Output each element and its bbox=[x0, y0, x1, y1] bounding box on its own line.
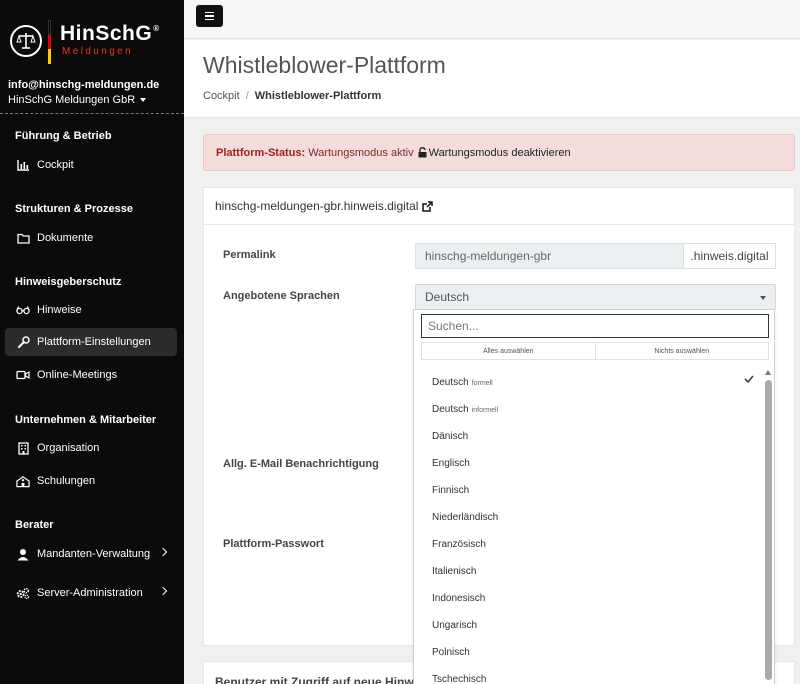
sidebar-item-online-meetings[interactable]: Online-Meetings bbox=[5, 361, 177, 389]
flag-bar bbox=[48, 20, 51, 64]
cogs-icon bbox=[16, 586, 30, 600]
brand-subtitle: Meldungen bbox=[62, 46, 134, 57]
sidebar-divider bbox=[0, 113, 184, 114]
dropdown-scrollbar-thumb[interactable] bbox=[765, 380, 772, 680]
account-org-label: HinSchG Meldungen GbR bbox=[8, 94, 136, 106]
nav-section-hinweisgeberschutz: Hinweisgeberschutz bbox=[15, 276, 122, 288]
account-org[interactable]: HinSchG Meldungen GbR bbox=[8, 94, 180, 106]
nav-section-berater: Berater bbox=[15, 519, 54, 531]
sidebar-item-label: Schulungen bbox=[37, 475, 96, 487]
breadcrumb-cockpit[interactable]: Cockpit bbox=[203, 90, 240, 102]
sidebar-item-label: Organisation bbox=[37, 442, 100, 454]
page-title: Whistleblower-Plattform bbox=[203, 52, 446, 78]
sidebar-item-label: Cockpit bbox=[37, 159, 74, 171]
language-option-niederlaendisch[interactable]: Niederländisch bbox=[432, 512, 498, 523]
language-option-finnisch[interactable]: Finnisch bbox=[432, 485, 469, 496]
option-label: Deutsch bbox=[432, 377, 469, 388]
option-note: informell bbox=[471, 407, 499, 414]
language-option-deutsch-formell[interactable]: Deutsch formell bbox=[432, 377, 493, 388]
option-note: formell bbox=[471, 380, 493, 387]
select-all-button[interactable]: Alles auswählen bbox=[422, 343, 595, 359]
video-icon bbox=[16, 368, 30, 382]
platform-status-alert: Plattform-Status: Wartungsmodus aktiv Wa… bbox=[203, 134, 795, 171]
sidebar-item-label: Plattform-Einstellungen bbox=[37, 336, 151, 348]
languages-select-value: Deutsch bbox=[425, 290, 470, 304]
topbar bbox=[184, 0, 800, 39]
external-link-icon[interactable] bbox=[422, 200, 434, 212]
language-option-daenisch[interactable]: Dänisch bbox=[432, 431, 468, 442]
language-option-italienisch[interactable]: Italienisch bbox=[432, 566, 476, 577]
language-search-input[interactable] bbox=[421, 314, 769, 338]
menu-toggle-button[interactable] bbox=[196, 5, 223, 27]
brand-logo[interactable]: HinSchG® Meldungen bbox=[10, 18, 180, 66]
user-icon bbox=[16, 547, 30, 561]
alert-status: Wartungsmodus aktiv bbox=[308, 146, 414, 159]
account-switcher[interactable]: info@hinschg-meldungen.de HinSchG Meldun… bbox=[8, 79, 180, 106]
sidebar-item-server-administration[interactable]: Server-Administration bbox=[5, 579, 177, 607]
brand-name: HinSchG® bbox=[60, 22, 160, 45]
check-icon bbox=[744, 375, 754, 383]
breadcrumb-current: Whistleblower-Plattform bbox=[254, 90, 382, 102]
permalink-suffix: .hinweis.digital bbox=[684, 243, 776, 269]
sidebar-item-hinweise[interactable]: Hinweise bbox=[5, 296, 177, 324]
page-header: Whistleblower-Plattform Cockpit / Whistl… bbox=[184, 40, 800, 118]
languages-dropdown-menu: Alles auswählen Nichts auswählen Deutsch… bbox=[413, 309, 775, 684]
language-option-englisch[interactable]: Englisch bbox=[432, 458, 470, 469]
breadcrumb: Cockpit / Whistleblower-Plattform bbox=[203, 90, 381, 102]
sidebar-item-dokumente[interactable]: Dokumente bbox=[5, 224, 177, 252]
wrench-icon bbox=[16, 335, 30, 349]
nav-section-fuehrung: Führung & Betrieb bbox=[15, 130, 112, 142]
alert-label: Plattform-Status: bbox=[216, 146, 306, 159]
sidebar-item-label: Dokumente bbox=[37, 232, 94, 244]
deactivate-maintenance-label: Wartungsmodus deaktivieren bbox=[428, 146, 571, 159]
scales-of-justice-icon bbox=[10, 25, 42, 57]
permalink-input[interactable]: hinschg-meldungen-gbr bbox=[415, 243, 684, 269]
chevron-right-icon bbox=[158, 586, 168, 596]
language-option-tschechisch[interactable]: Tschechisch bbox=[432, 674, 486, 684]
permalink-label: Permalink bbox=[223, 249, 276, 261]
language-option-indonesisch[interactable]: Indonesisch bbox=[432, 593, 485, 604]
languages-label: Angebotene Sprachen bbox=[223, 290, 340, 302]
platform-domain-link[interactable]: hinschg-meldungen-gbr.hinweis.digital bbox=[215, 199, 418, 213]
card-header: hinschg-meldungen-gbr.hinweis.digital bbox=[204, 188, 794, 225]
sidebar-item-label: Online-Meetings bbox=[37, 369, 118, 381]
sidebar-item-plattform-einstellungen[interactable]: Plattform-Einstellungen bbox=[5, 328, 177, 356]
breadcrumb-separator: / bbox=[245, 90, 249, 102]
caret-down-icon bbox=[760, 296, 766, 300]
school-icon bbox=[16, 474, 30, 488]
sidebar: HinSchG® Meldungen info@hinschg-meldunge… bbox=[0, 0, 184, 684]
sidebar-item-label: Mandanten-Verwaltung bbox=[37, 548, 151, 560]
caret-down-icon bbox=[140, 98, 147, 102]
permalink-group: hinschg-meldungen-gbr .hinweis.digital bbox=[415, 243, 776, 269]
folder-icon bbox=[16, 231, 30, 245]
language-option-polnisch[interactable]: Polnisch bbox=[432, 647, 470, 658]
dropdown-actions: Alles auswählen Nichts auswählen bbox=[421, 342, 769, 360]
account-email: info@hinschg-meldungen.de bbox=[8, 79, 160, 91]
languages-select[interactable]: Deutsch bbox=[415, 284, 776, 310]
users-access-title: Benutzer mit Zugriff auf neue Hinweise bbox=[215, 675, 414, 684]
nav-section-strukturen: Strukturen & Prozesse bbox=[15, 203, 133, 215]
sidebar-item-mandanten-verwaltung[interactable]: Mandanten-Verwaltung bbox=[5, 540, 177, 568]
nav-section-unternehmen: Unternehmen & Mitarbeiter bbox=[15, 414, 157, 426]
language-option-ungarisch[interactable]: Ungarisch bbox=[432, 620, 477, 631]
sidebar-item-cockpit[interactable]: Cockpit bbox=[5, 151, 177, 179]
glasses-icon bbox=[16, 303, 30, 317]
sidebar-item-organisation[interactable]: Organisation bbox=[5, 434, 177, 462]
option-label: Deutsch bbox=[432, 404, 469, 415]
select-none-button[interactable]: Nichts auswählen bbox=[594, 343, 769, 359]
building-icon bbox=[16, 441, 30, 455]
sidebar-item-label: Hinweise bbox=[37, 304, 82, 316]
email-notification-label: Allg. E-Mail Benachrichtigung bbox=[223, 458, 379, 470]
sidebar-item-schulungen[interactable]: Schulungen bbox=[5, 467, 177, 495]
sidebar-item-label: Server-Administration bbox=[37, 587, 143, 599]
unlock-icon bbox=[418, 147, 427, 158]
language-option-deutsch-informell[interactable]: Deutsch informell bbox=[432, 404, 498, 415]
chevron-right-icon bbox=[158, 547, 168, 557]
deactivate-maintenance-link[interactable]: Wartungsmodus deaktivieren bbox=[418, 147, 571, 159]
platform-password-label: Plattform-Passwort bbox=[223, 538, 324, 550]
scroll-up-arrow[interactable] bbox=[765, 370, 771, 375]
chart-bar-icon bbox=[16, 158, 30, 172]
language-option-franzoesisch[interactable]: Französisch bbox=[432, 539, 486, 550]
